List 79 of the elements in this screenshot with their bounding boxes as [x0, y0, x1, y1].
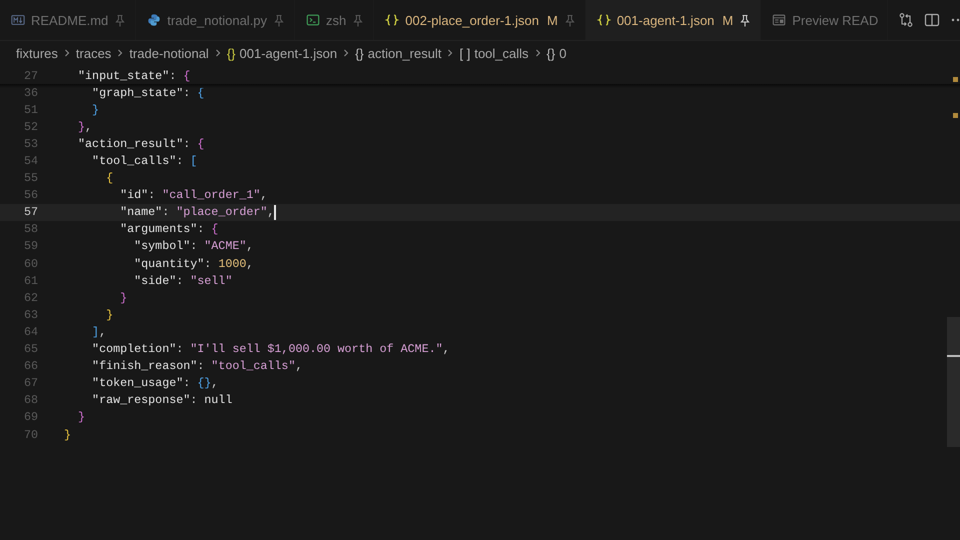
- pin-icon: [352, 14, 364, 26]
- breadcrumb-symbol: {}: [226, 46, 236, 60]
- pin-icon: [273, 14, 286, 26]
- pin-icon: [114, 14, 126, 26]
- code-line: "input_state": {: [77, 68, 190, 83]
- line-number: 69: [22, 410, 39, 424]
- terminal-icon: [306, 13, 320, 27]
- code-line: "raw_response": null: [91, 393, 232, 408]
- chevron-icon: [446, 49, 454, 57]
- chevron-icon: [116, 49, 124, 57]
- braces-icon: [596, 13, 611, 27]
- compare-changes-icon[interactable]: [898, 12, 914, 28]
- editor-tab[interactable]: 001-agent-1.json M: [586, 0, 762, 40]
- code-line: },: [77, 120, 92, 134]
- line-number: 27: [22, 68, 39, 83]
- line-number: 67: [22, 376, 39, 390]
- breadcrumb-item[interactable]: action_result: [368, 46, 442, 60]
- chevron-icon: [534, 49, 542, 57]
- code-line: ],: [91, 324, 106, 339]
- breadcrumb-symbol: {}: [355, 46, 364, 60]
- code-line: "action_result": {: [77, 136, 204, 151]
- pin-icon: [564, 14, 576, 26]
- line-number: 61: [22, 274, 39, 288]
- overview-ruler-mark: [953, 77, 958, 82]
- line-number: 52: [22, 120, 39, 134]
- code-line: "completion": "I'll sell $1,000.00 worth of ACME.",: [91, 342, 450, 356]
- text-cursor: [274, 204, 276, 220]
- preview-icon: [772, 13, 786, 27]
- scrollbar-thumb[interactable]: [947, 317, 960, 447]
- line-number: 51: [22, 102, 39, 117]
- line-number: 56: [22, 188, 39, 202]
- line-number: 64: [22, 324, 39, 339]
- breadcrumb-item[interactable]: trade-notional: [129, 46, 209, 60]
- chevron-icon: [342, 49, 350, 57]
- line-number: 53: [22, 136, 39, 151]
- line-number: 62: [22, 290, 39, 305]
- line-number: 57: [22, 205, 39, 220]
- code-line: "name": "place_order",: [119, 205, 274, 220]
- code-line: "token_usage": {},: [91, 376, 218, 390]
- line-number: 54: [22, 154, 39, 168]
- code-line: }: [91, 102, 100, 117]
- code-line: "tool_calls": [: [91, 154, 198, 168]
- split-editor-icon[interactable]: [924, 12, 940, 28]
- chevron-icon: [62, 49, 71, 57]
- code-line: {: [105, 171, 114, 186]
- code-line: "side": "sell": [133, 274, 232, 288]
- code-line: "finish_reason": "tool_calls",: [91, 359, 302, 374]
- code-line: "arguments": {: [119, 222, 218, 236]
- pin-icon: [739, 14, 752, 26]
- markdown-icon: [11, 13, 25, 27]
- line-number: 70: [22, 428, 39, 442]
- line-number: 65: [22, 342, 39, 356]
- code-line: }: [105, 308, 114, 322]
- breadcrumb-symbol: {}: [546, 46, 556, 60]
- breadcrumb-item[interactable]: fixtures: [16, 46, 58, 60]
- line-number: 68: [22, 393, 39, 408]
- chevron-icon: [214, 49, 222, 57]
- code-line: }: [77, 410, 86, 424]
- line-number: 59: [22, 239, 39, 254]
- breadcrumb-item[interactable]: 001-agent-1.json: [240, 46, 338, 60]
- code-line: }: [64, 428, 72, 442]
- code-line: }: [119, 290, 128, 305]
- line-number: 36: [22, 86, 39, 100]
- cursor-position-mark: [947, 355, 960, 357]
- breadcrumb-item[interactable]: traces: [76, 46, 112, 60]
- line-number: 58: [22, 222, 39, 236]
- code-line: "quantity": 1000,: [133, 256, 254, 271]
- breadcrumb-item[interactable]: tool_calls: [474, 46, 529, 60]
- braces-icon: [385, 13, 400, 27]
- line-number: 55: [22, 171, 39, 186]
- breadcrumb-item[interactable]: 0: [559, 46, 566, 60]
- line-number: 66: [22, 359, 39, 374]
- python-icon: [147, 13, 162, 27]
- line-number: 60: [22, 256, 39, 271]
- overview-ruler-mark: [953, 113, 958, 118]
- code-line: "id": "call_order_1",: [119, 188, 268, 202]
- code-line: "symbol": "ACME",: [133, 239, 254, 254]
- breadcrumb-symbol: [ ]: [459, 46, 470, 60]
- line-number: 63: [22, 308, 39, 322]
